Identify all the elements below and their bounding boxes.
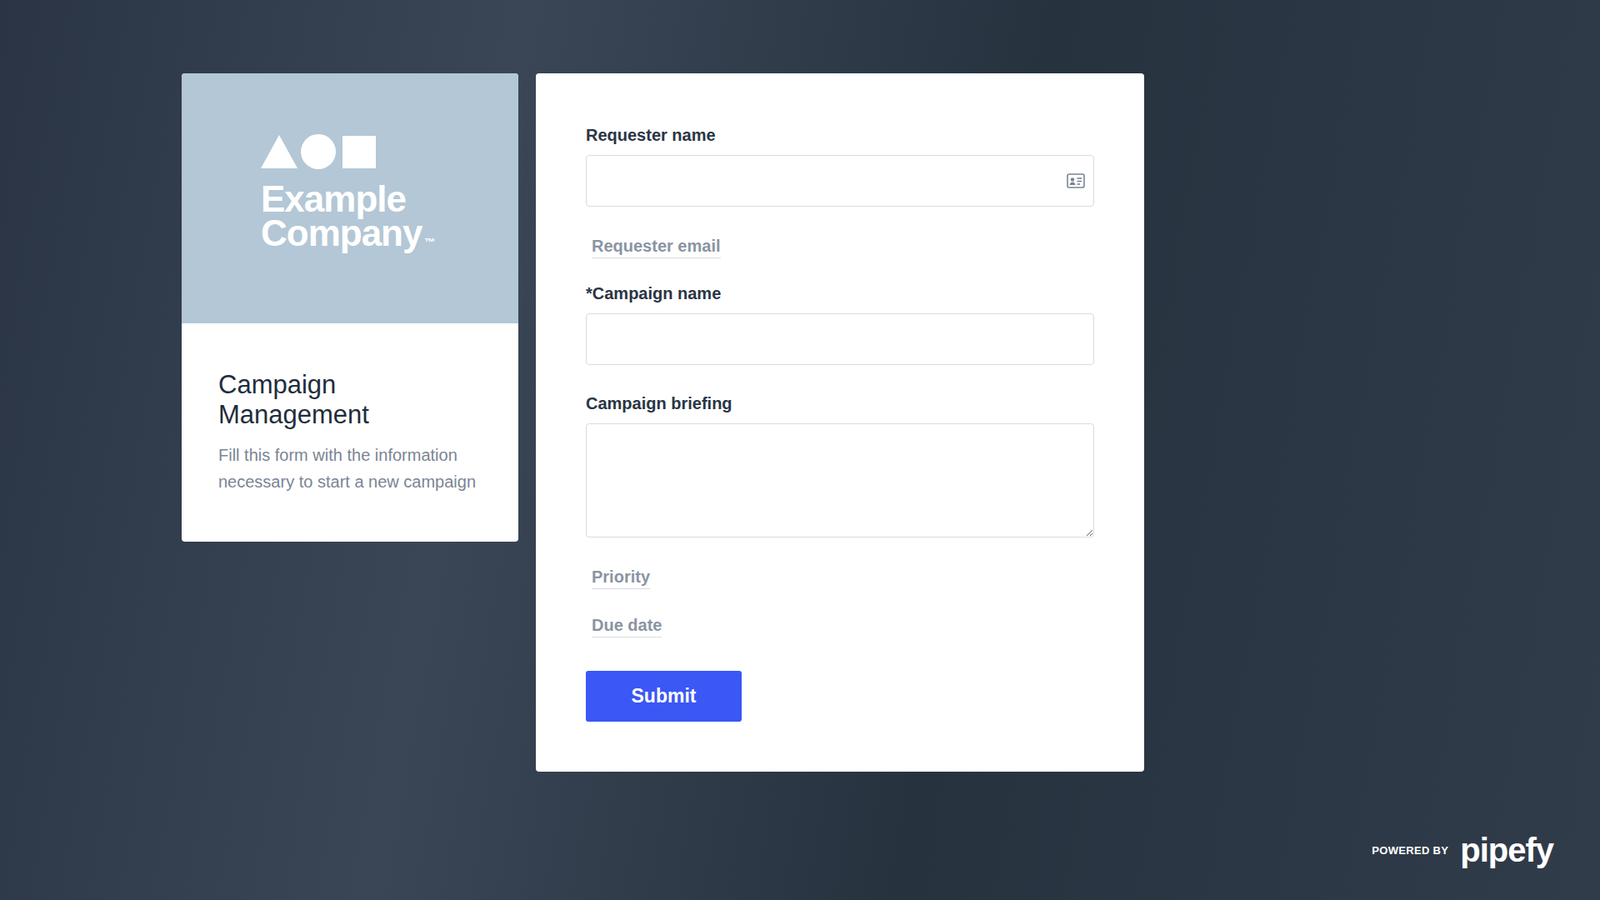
intro-card: ExampleCompany™ Campaign Management Fill t… [181,73,519,542]
collapsed-field: Priority [585,565,1095,590]
logo-shapes-icon [260,133,378,170]
intro-title: Campaign Management [218,370,482,430]
text-input[interactable] [585,155,1095,207]
contact-card-icon[interactable] [1065,170,1086,191]
field-toggle[interactable]: Due date [591,614,662,638]
text-input[interactable] [585,313,1095,365]
intro-body: Campaign Management Fill this form with t… [181,323,519,542]
collapsed-field: Requester email [585,235,1095,259]
form-card: Requester name Requester email *Campaign n… [535,73,1145,772]
powered-by: POWERED BY pipefy [1371,830,1554,870]
field-toggle[interactable]: Requester email [591,235,721,259]
field-toggle[interactable]: Priority [591,565,650,590]
field-label: Requester name [585,125,1095,145]
powered-by-text: POWERED BY [1371,844,1449,857]
form-field: Campaign briefing [585,393,1095,538]
form-field: Requester name [585,125,1095,207]
input-wrap [585,313,1095,365]
collapsed-field: Due date [585,614,1095,638]
input-wrap [585,155,1095,207]
page: ExampleCompany™ Campaign Management Fill t… [0,0,1600,900]
field-label: Campaign briefing [585,393,1095,414]
submit-button[interactable]: Submit [585,670,742,722]
intro-description: Fill this form with the information nece… [218,441,482,495]
form-field: *Campaign name [585,283,1095,365]
field-label: *Campaign name [585,283,1095,304]
pipefy-logo[interactable]: pipefy [1460,830,1554,870]
logo-area: ExampleCompany™ [181,73,519,324]
textarea[interactable] [585,423,1095,538]
logo-text: ExampleCompany™ [260,181,485,260]
